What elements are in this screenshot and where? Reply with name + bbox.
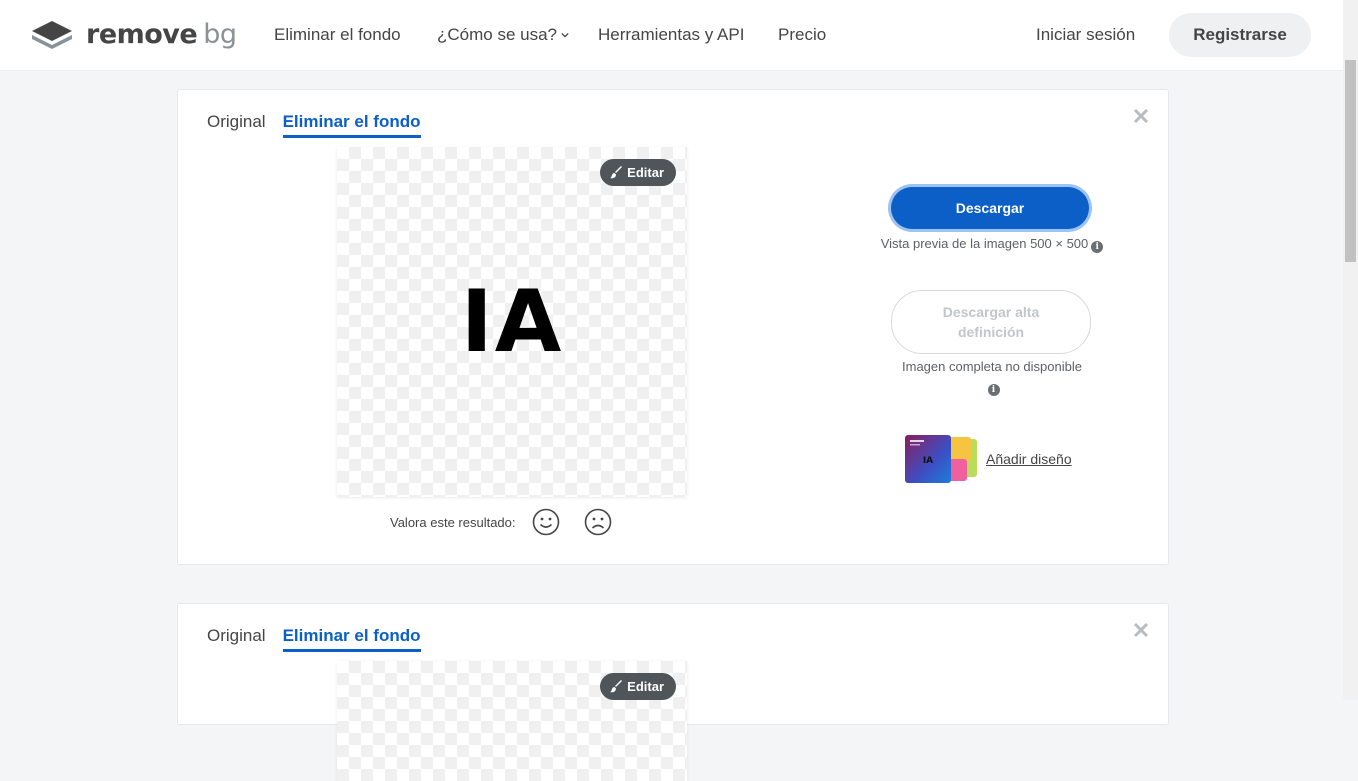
result-tabs: Original Eliminar el fondo <box>207 626 438 652</box>
design-thumb-text: IA <box>923 456 933 466</box>
sad-face-icon[interactable] <box>584 508 612 536</box>
preview-content-text: IA <box>460 272 564 372</box>
result-preview-image: IA Editar <box>337 147 687 497</box>
rating-row: Valora este resultado: <box>390 508 612 536</box>
edit-button-label: Editar <box>627 165 664 180</box>
result-tabs: Original Eliminar el fondo <box>207 112 438 138</box>
tab-original[interactable]: Original <box>207 626 266 652</box>
nav-remove-background[interactable]: Eliminar el fondo <box>274 0 401 70</box>
edit-button-label: Editar <box>627 679 664 694</box>
download-hd-label: Descargar alta definición <box>942 304 1040 340</box>
tab-remove-background[interactable]: Eliminar el fondo <box>282 626 421 652</box>
download-button[interactable]: Descargar <box>891 187 1089 229</box>
layers-logo-icon <box>32 21 72 49</box>
nav-pricing[interactable]: Precio <box>778 0 826 70</box>
login-link[interactable]: Iniciar sesión <box>1036 0 1135 70</box>
nav-tools-api[interactable]: Herramientas y API <box>598 0 744 70</box>
add-design-thumbnail[interactable]: IA <box>905 435 981 485</box>
add-design-link[interactable]: Añadir diseño <box>986 451 1072 467</box>
close-icon[interactable] <box>1132 107 1150 125</box>
nav-how-to-use[interactable]: ¿Cómo se usa? <box>437 0 569 70</box>
edit-button[interactable]: Editar <box>600 673 676 700</box>
hd-unavailable-note: Imagen completa no disponible i <box>878 357 1106 397</box>
page-scrollbar[interactable] <box>1343 0 1358 700</box>
removebg-logo[interactable]: remove bg <box>30 17 237 51</box>
chevron-down-icon <box>561 32 569 38</box>
tab-original[interactable]: Original <box>207 112 266 138</box>
info-icon[interactable]: i <box>1091 241 1104 253</box>
edit-button[interactable]: Editar <box>600 159 676 186</box>
rating-label: Valora este resultado: <box>390 514 516 530</box>
preview-size-text: Vista previa de la imagen 500 × 500 <box>880 236 1089 251</box>
close-icon[interactable] <box>1132 621 1150 639</box>
scrollbar-thumb[interactable] <box>1345 60 1356 262</box>
brush-icon <box>610 166 623 179</box>
register-button[interactable]: Registrarse <box>1169 13 1311 57</box>
result-card: Original Eliminar el fondo Editar <box>177 603 1169 781</box>
download-hd-button: Descargar alta definición <box>891 290 1091 354</box>
result-card: Original Eliminar el fondo IA Editar Val… <box>177 89 1169 565</box>
brush-icon <box>610 680 623 693</box>
result-preview-image: Editar <box>337 661 687 781</box>
info-icon[interactable]: i <box>987 384 1000 396</box>
top-navigation-bar: remove bg Eliminar el fondo ¿Cómo se usa?… <box>0 0 1343 70</box>
tab-remove-background[interactable]: Eliminar el fondo <box>282 112 421 138</box>
hd-unavailable-text: Imagen completa no disponible <box>902 359 1082 374</box>
logo-wordmark: remove bg <box>86 18 237 50</box>
happy-face-icon[interactable] <box>532 508 560 536</box>
preview-size-note: Vista previa de la imagen 500 × 500 i <box>878 234 1106 254</box>
